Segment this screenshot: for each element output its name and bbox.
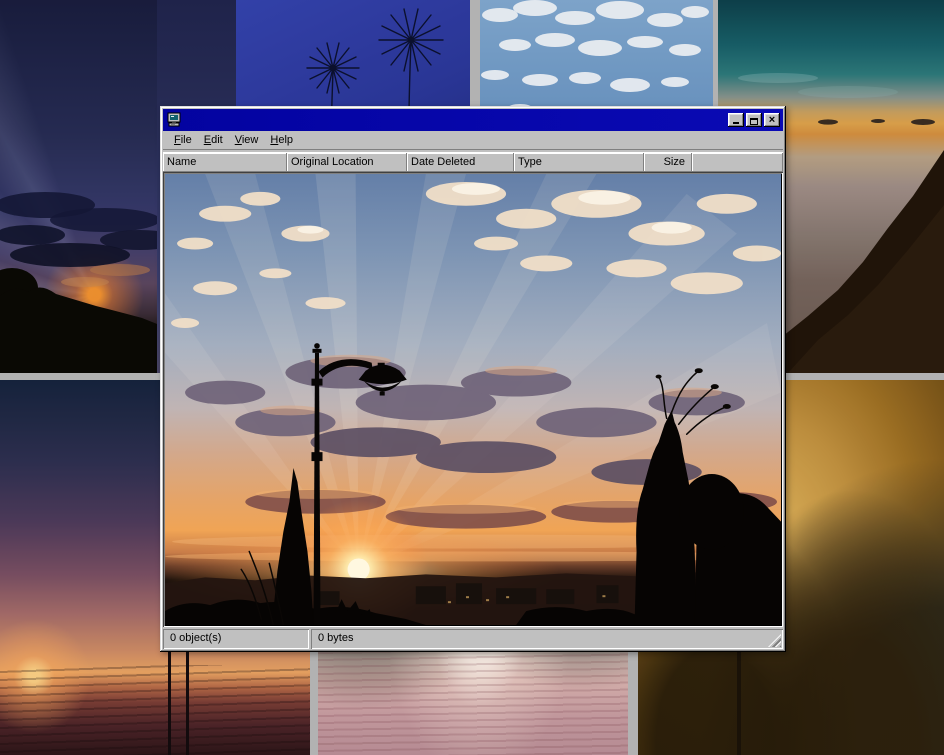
column-header-date-deleted[interactable]: Date Deleted bbox=[407, 153, 514, 172]
menu-item-file[interactable]: File bbox=[168, 132, 198, 148]
lake-pole-silhouette bbox=[168, 635, 171, 755]
computer-icon[interactable] bbox=[166, 112, 182, 128]
column-header-original-location[interactable]: Original Location bbox=[287, 153, 407, 172]
column-header-row: NameOriginal LocationDate DeletedTypeSiz… bbox=[163, 153, 783, 172]
menu-item-view[interactable]: View bbox=[229, 132, 265, 148]
menu-bar: FileEditViewHelp bbox=[163, 131, 783, 149]
menu-item-help[interactable]: Help bbox=[264, 132, 299, 148]
lake-ripples bbox=[0, 665, 310, 755]
close-button[interactable]: × bbox=[764, 113, 780, 127]
menu-item-edit[interactable]: Edit bbox=[198, 132, 229, 148]
wallpaper-tile-sunset-rays bbox=[0, 0, 157, 373]
minimize-button[interactable] bbox=[728, 113, 744, 127]
sunset-rays-art bbox=[0, 0, 157, 373]
titlebar-buttons: × bbox=[728, 113, 780, 127]
sunset-lamp-art bbox=[165, 174, 781, 625]
maximize-icon bbox=[750, 118, 758, 125]
golden-tile-pole-silhouette bbox=[737, 645, 741, 755]
column-header-name[interactable]: Name bbox=[163, 153, 287, 172]
recycle-bin-window: × FileEditViewHelp NameOriginal Location… bbox=[160, 106, 786, 652]
deleted-items-listview[interactable] bbox=[163, 172, 783, 627]
window-titlebar[interactable]: × bbox=[163, 109, 783, 131]
maximize-button[interactable] bbox=[746, 113, 762, 127]
status-bar: 0 object(s) 0 bytes bbox=[163, 629, 783, 649]
lake-pole-silhouette bbox=[186, 642, 189, 755]
column-header-type[interactable]: Type bbox=[514, 153, 644, 172]
wallpaper-photo-sunset-lamp bbox=[165, 174, 781, 625]
status-size: 0 bytes bbox=[311, 629, 783, 649]
column-header-size[interactable]: Size bbox=[644, 153, 692, 172]
close-icon: × bbox=[764, 113, 780, 127]
desktop: × FileEditViewHelp NameOriginal Location… bbox=[0, 0, 944, 755]
minimize-icon bbox=[733, 122, 739, 124]
column-header-blank[interactable] bbox=[692, 153, 783, 172]
status-object-count: 0 object(s) bbox=[163, 629, 309, 649]
